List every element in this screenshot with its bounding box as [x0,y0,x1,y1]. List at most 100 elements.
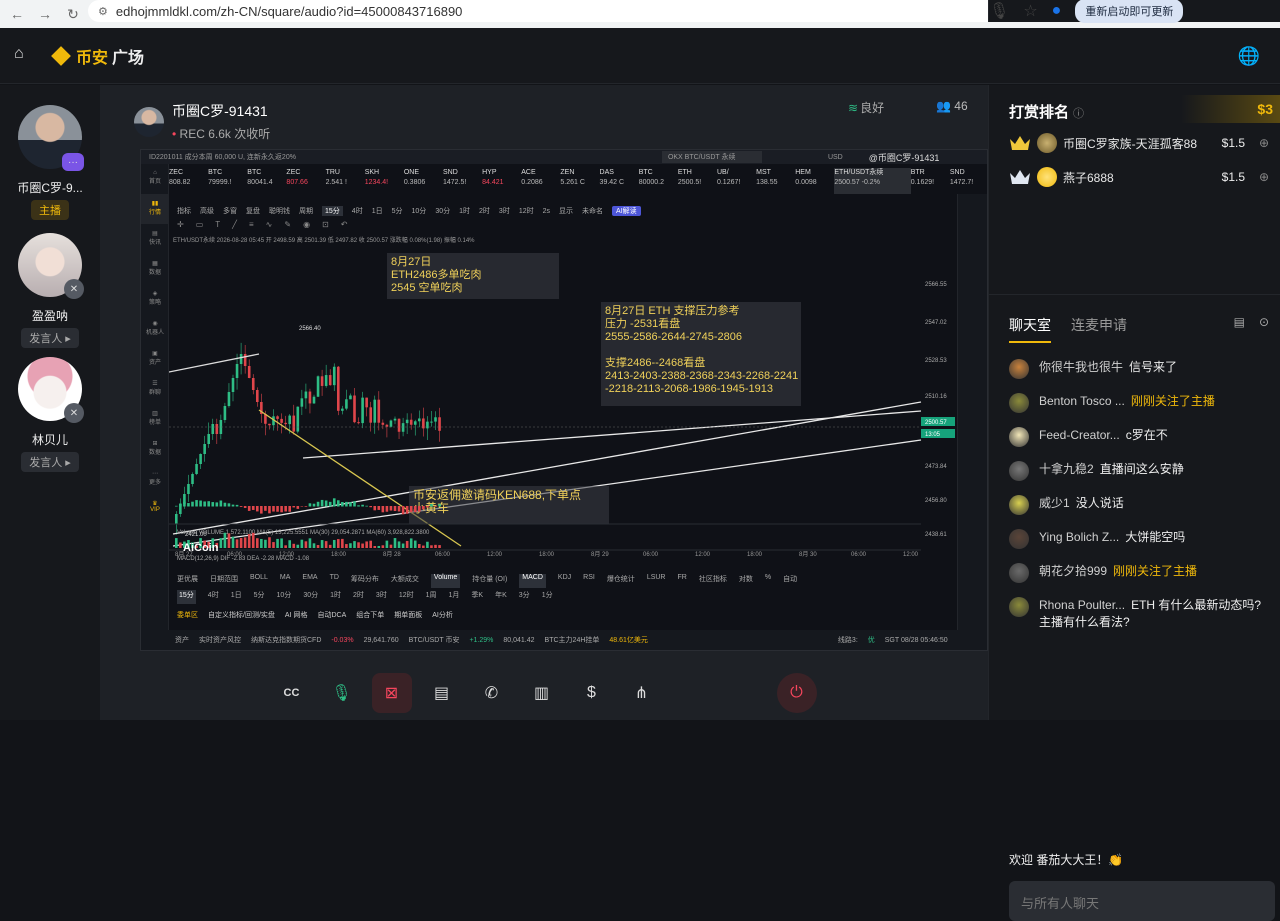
avatar[interactable] [1009,495,1029,515]
avatar[interactable] [1009,597,1029,617]
address-bar[interactable]: ⚙ edhojmmldkl.com/zh-CN/square/audio?id=… [88,0,1128,22]
speaker-guest[interactable]: ✕ 盈盈呐 发言人 ▸ [0,233,100,348]
bottomtabs-item[interactable]: 对数 [739,574,753,588]
brand-logo[interactable]: 币安 广场 [51,44,144,68]
path-tool-icon[interactable]: ∿ [266,220,273,234]
market-icon[interactable]: ▮▮ 行情 [141,194,169,224]
forward-icon[interactable]: → [34,6,56,22]
ticker-item[interactable]: ONE 0.3806 [404,168,443,194]
home-icon[interactable]: ⌂ 首页 [141,164,169,194]
ticker-item[interactable]: ACE 0.2086 [521,168,560,194]
calendar-icon[interactable]: ▤ [422,673,462,713]
ticker-item[interactable]: ZEN 5.261 C [560,168,599,194]
toolrow-item[interactable]: 10分 [412,206,427,216]
data-icon[interactable]: ▦ 数据 [141,254,169,284]
botmenu-item[interactable]: AI 网格 [285,610,308,624]
fib-tool-icon[interactable]: ≡ [249,220,254,234]
tfrow-item[interactable]: 季K [471,590,483,604]
tfrow-item[interactable]: 1日 [231,590,242,604]
bottomtabs-item[interactable]: TD [330,574,339,588]
ticker-item[interactable]: HYP 84.421 [482,168,521,194]
bottomtabs-item[interactable]: MACD [519,574,546,588]
news-icon[interactable]: ▤ 快讯 [141,224,169,254]
ticker-item[interactable]: BTC 80000.2 [639,168,678,194]
bottomtabs-item[interactable]: RSI [583,574,595,588]
bottomtabs-item[interactable]: 更优展 [177,574,198,588]
botmenu-item[interactable]: AI分析 [432,610,453,624]
bottomtabs-item[interactable]: 筹码分布 [351,574,379,588]
voice-search-icon[interactable]: 🎙 [989,1,1009,21]
botmenu-item[interactable]: 自动DCA [317,610,346,624]
tfrow-item[interactable]: 3分 [519,590,530,604]
toolrow-item[interactable]: 聪明钱 [269,206,290,216]
avatar[interactable] [1009,427,1029,447]
avatar[interactable] [1009,359,1029,379]
more-icon[interactable]: ··· [62,153,84,171]
speaker-role-badge[interactable]: 发言人 ▸ [21,452,79,472]
restart-button[interactable]: 重新启动即可更新 [1075,0,1184,23]
chat-username[interactable]: Ying Bolich Z... [1039,530,1119,544]
ticker-item[interactable]: MST 138.55 [756,168,795,194]
microphone-icon[interactable]: 🎙 [322,673,362,713]
add-icon[interactable]: ⊕ [1259,136,1269,150]
listener-count[interactable]: 👥 46 [936,99,968,113]
toolrow-item[interactable]: 2s [543,208,550,215]
toolrow-item[interactable]: 5分 [392,206,403,216]
ranking-row[interactable]: 币圈C罗家族-天涯孤客88 $1.5 ⊕ [1009,133,1271,153]
undo-tool-icon[interactable]: ↶ [341,220,348,234]
tfrow-item[interactable]: 1月 [449,590,460,604]
profile-icon[interactable]: ● [1052,2,1062,20]
brush-tool-icon[interactable]: ✎ [284,220,291,234]
ticker-item[interactable]: ETH 2500.5! [678,168,717,194]
ticker-item[interactable]: SND 1472.5! [443,168,482,194]
toolrow-item[interactable]: 指标 [177,206,191,216]
toolrow-item[interactable]: 1日 [372,206,383,216]
bottomtabs-item[interactable]: FR [678,574,687,588]
site-info-icon[interactable]: ⚙ [98,5,108,18]
symbol-search[interactable]: OKX BTC/USDT 永续 [661,151,762,163]
tfrow-item[interactable]: 10分 [277,590,292,604]
chat-username[interactable]: 十拿九稳2 [1039,462,1094,476]
status-assets[interactable]: 资产 [175,635,189,645]
avatar[interactable] [1009,563,1029,583]
toolrow-item[interactable]: 15分 [322,206,343,216]
toolrow-item[interactable]: 1时 [459,206,470,216]
ticker-item[interactable]: UB/0.1267! [717,168,756,194]
ticker-item[interactable]: BTC 80041.4 [247,168,286,194]
vip-icon[interactable]: ♛ VIP [141,494,169,524]
botmenu-item[interactable]: 自定义指标/回测/实盘 [208,610,275,624]
bottomtabs-item[interactable]: LSUR [647,574,666,588]
ticker-item[interactable]: ETH/USDT永续 2500.57 -0.2% [834,168,911,194]
ticker-item[interactable]: SKH 1234.4! [365,168,404,194]
lock-tool-icon[interactable]: ⊡ [322,220,329,234]
toolrow-item[interactable]: 3时 [499,206,510,216]
line-tool-icon[interactable]: ╱ [232,220,237,234]
chat-username[interactable]: Benton Tosco ... [1039,394,1125,408]
speaker-guest[interactable]: ✕ 林贝儿 发言人 ▸ [0,357,100,472]
botmenu-item[interactable]: 期单面板 [394,610,422,624]
chat-username[interactable]: 你很牛我也很牛 [1039,360,1123,374]
bottomtabs-item[interactable]: BOLL [250,574,268,588]
bottomtabs-item[interactable]: KDJ [558,574,571,588]
rect-tool-icon[interactable]: ▭ [196,220,204,234]
toolrow-item[interactable]: AI解读 [612,206,641,216]
bottomtabs-item[interactable]: 日期范围 [210,574,238,588]
toolrow-item[interactable]: 多窗 [223,206,237,216]
toolrow-item[interactable]: 复盘 [246,206,260,216]
bottomtabs-item[interactable]: Volume [430,574,461,588]
bottomtabs-item[interactable]: 持仓量 (OI) [472,574,507,588]
info-icon[interactable]: ⓘ [1073,108,1084,120]
bottomtabs-item[interactable]: 社区指标 [699,574,727,588]
bottomtabs-item[interactable]: 爆仓统计 [607,574,635,588]
rank-icon[interactable]: ▥ 榜单 [141,404,169,434]
community-icon[interactable]: ☰ 群聊 [141,374,169,404]
host-small-avatar[interactable] [134,106,164,137]
eye-tool-icon[interactable]: ◉ [303,220,310,234]
chat-input[interactable]: 与所有人聊天 [1009,881,1275,921]
botmenu-item[interactable]: 组合下单 [356,610,384,624]
speaker-role-badge[interactable]: 发言人 ▸ [21,328,79,348]
toolrow-item[interactable]: 周期 [299,206,313,216]
tfrow-item[interactable]: 4时 [208,590,219,604]
tfrow-item[interactable]: 12时 [399,590,414,604]
exchange-icon[interactable]: ◈ 策略 [141,284,169,314]
